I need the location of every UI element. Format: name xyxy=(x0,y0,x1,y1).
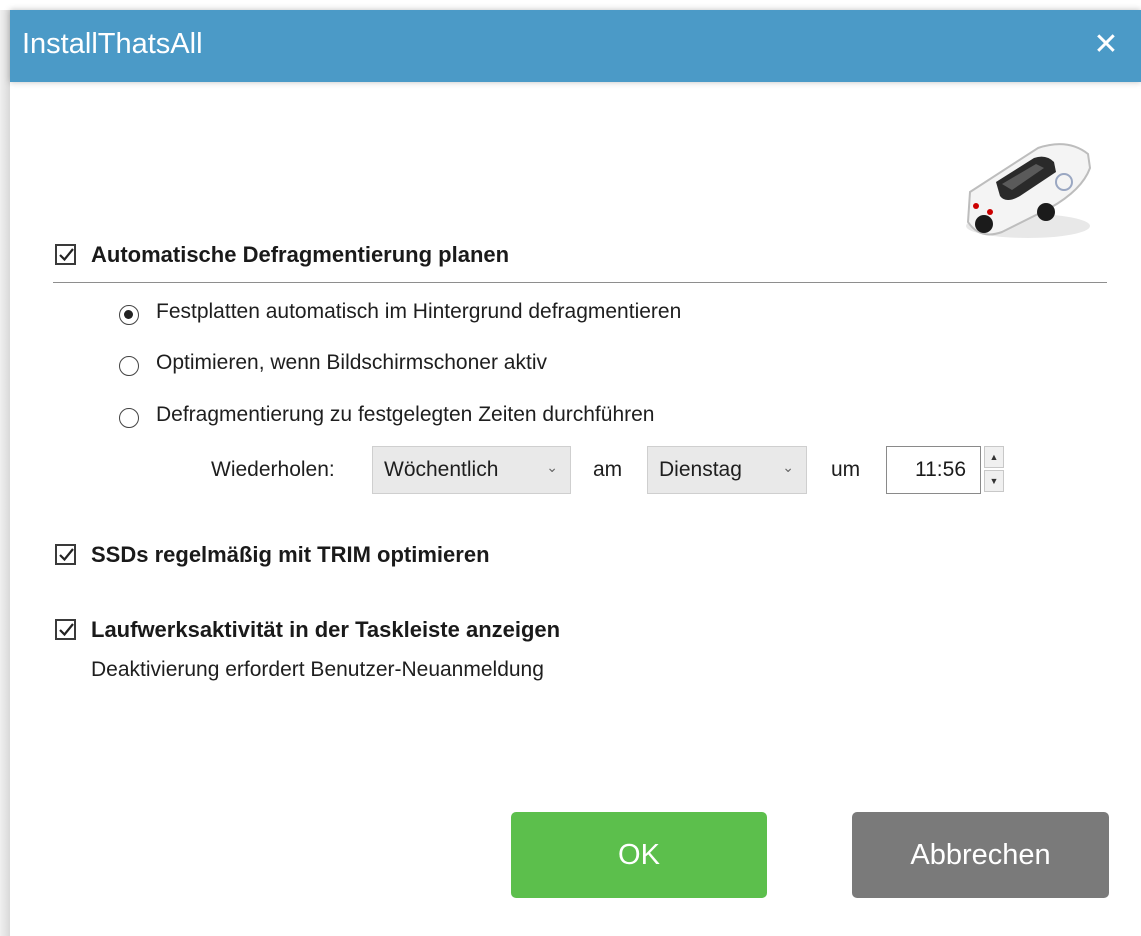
cancel-button[interactable]: Abbrechen xyxy=(852,812,1109,898)
window-edge xyxy=(0,10,10,936)
trim-label: SSDs regelmäßig mit TRIM optimieren xyxy=(91,542,490,567)
window-title: InstallThatsAll xyxy=(22,28,203,60)
auto-defrag-label: Automatische Defragmentierung planen xyxy=(91,242,510,267)
taskbar-activity-checkbox[interactable] xyxy=(55,619,76,640)
day-label: am xyxy=(593,458,623,481)
repeat-label: Wiederholen: xyxy=(211,458,335,481)
radio-screensaver[interactable] xyxy=(119,356,139,376)
ok-button[interactable]: OK xyxy=(511,812,767,898)
day-select[interactable]: Dienstag ⌄ xyxy=(647,446,807,494)
taskbar-activity-label: Laufwerksaktivität in der Taskleiste anz… xyxy=(91,617,561,642)
trim-checkbox[interactable] xyxy=(55,544,76,565)
repeat-select-value: Wöchentlich xyxy=(384,458,499,481)
repeat-select[interactable]: Wöchentlich ⌄ xyxy=(372,446,571,494)
auto-defrag-checkbox[interactable] xyxy=(55,244,76,265)
close-icon[interactable]: ✕ xyxy=(1089,28,1123,62)
settings-dialog: InstallThatsAll ✕ Automatische Defragmen… xyxy=(0,0,1141,936)
radio-background-defrag[interactable] xyxy=(119,305,139,325)
chevron-down-icon: ⌄ xyxy=(782,459,794,475)
title-bar: InstallThatsAll ✕ xyxy=(10,10,1141,82)
relogin-hint: Deaktivierung erfordert Benutzer-Neuanme… xyxy=(91,658,544,681)
chevron-down-icon: ⌄ xyxy=(546,459,558,475)
time-input-value: 11:56 xyxy=(915,458,966,481)
radio-scheduled-label: Defragmentierung zu festgelegten Zeiten … xyxy=(156,403,655,426)
radio-screensaver-label: Optimieren, wenn Bildschirmschoner aktiv xyxy=(156,351,547,374)
time-input[interactable]: 11:56 xyxy=(886,446,981,494)
divider xyxy=(53,282,1107,283)
car-illustration xyxy=(966,143,1092,238)
radio-scheduled[interactable] xyxy=(119,408,139,428)
radio-background-defrag-label: Festplatten automatisch im Hintergrund d… xyxy=(156,300,682,323)
day-select-value: Dienstag xyxy=(659,458,742,481)
spin-down-icon[interactable]: ▼ xyxy=(984,470,1004,492)
time-label: um xyxy=(831,458,861,481)
spin-up-icon[interactable]: ▲ xyxy=(984,446,1004,468)
